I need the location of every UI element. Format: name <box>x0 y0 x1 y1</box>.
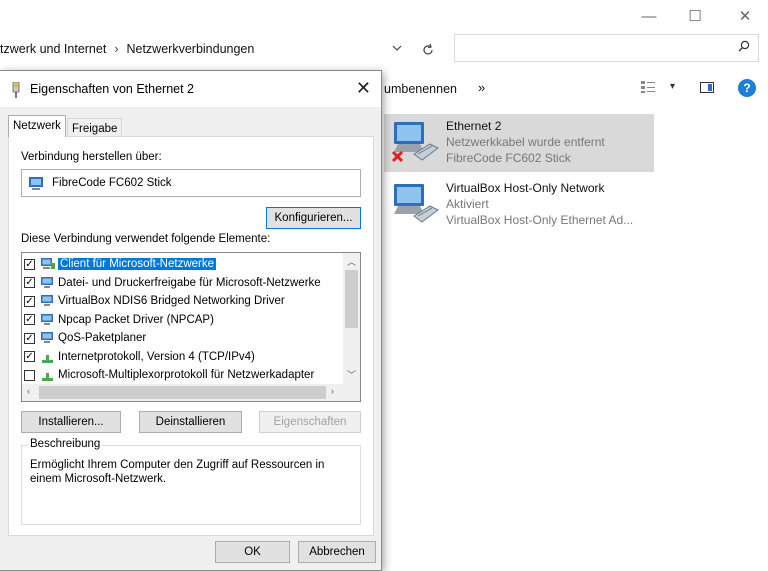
horizontal-scroll-thumb[interactable] <box>39 386 326 399</box>
tab-netzwerk[interactable]: Netzwerk <box>8 115 66 137</box>
network-service-icon <box>40 276 56 290</box>
maximize-icon: ☐ <box>688 8 702 25</box>
scroll-right-icon[interactable]: › <box>331 386 334 396</box>
refresh-icon <box>423 43 433 55</box>
element-checkbox[interactable]: ✓ <box>24 332 35 344</box>
refresh-button[interactable] <box>414 36 442 64</box>
scroll-down-icon[interactable]: ﹀ <box>347 368 356 381</box>
more-commands-button[interactable]: » <box>478 80 485 95</box>
element-checkbox[interactable]: ✓ <box>24 314 35 325</box>
breadcrumb: tzwerk und Internet › Netzwerkverbindungen <box>0 42 254 56</box>
list-item[interactable]: ✓ Internetprotokoll, Version 4 (TCP/IPv4) <box>24 348 255 366</box>
install-button[interactable]: Installieren... <box>21 411 121 433</box>
network-cable-icon <box>12 82 20 98</box>
element-label: Internetprotokoll, Version 4 (TCP/IPv4) <box>58 350 255 363</box>
connection-item-ethernet-2[interactable]: Ethernet 2 Netzwerkkabel wurde entfernt … <box>384 114 654 172</box>
ethernet-properties-dialog: Eigenschaften von Ethernet 2 ✕ Netzwerk … <box>0 70 382 571</box>
element-checkbox[interactable]: ✓ <box>24 295 35 307</box>
vertical-scrollbar[interactable]: ︿ ﹀ <box>343 253 360 384</box>
search-input[interactable] <box>454 34 759 62</box>
network-adapter-icon <box>29 177 43 190</box>
connect-using-label: Verbindung herstellen über: <box>21 151 162 163</box>
list-item[interactable]: ✓ VirtualBox NDIS6 Bridged Networking Dri… <box>24 292 285 310</box>
tab-freigabe[interactable]: Freigabe <box>67 118 123 138</box>
network-client-icon <box>40 257 56 271</box>
breadcrumb-network-connections[interactable]: Netzwerkverbindungen <box>126 42 254 56</box>
scrollbar-corner <box>343 384 360 401</box>
list-item[interactable]: ✓ QoS-Paketplaner <box>24 329 146 347</box>
connection-device: VirtualBox Host-Only Ethernet Ad... <box>446 213 634 227</box>
description-legend: Beschreibung <box>28 438 103 450</box>
element-checkbox[interactable]: ✓ <box>24 351 35 362</box>
list-item[interactable]: Microsoft-Multiplexorprotokoll für Netzw… <box>24 366 314 384</box>
close-window-button[interactable]: ✕ <box>722 0 768 32</box>
connection-name: VirtualBox Host-Only Network <box>446 181 605 195</box>
connection-status: Netzwerkkabel wurde entfernt <box>446 135 605 149</box>
adapter-name: FibreCode FC602 Stick <box>52 177 172 189</box>
element-checkbox[interactable] <box>24 369 35 381</box>
dialog-titlebar[interactable]: Eigenschaften von Ethernet 2 ✕ <box>0 71 381 107</box>
connection-device: FibreCode FC602 Stick <box>446 151 571 165</box>
preview-pane-icon[interactable] <box>700 82 714 93</box>
scroll-up-icon[interactable]: ︿ <box>347 255 356 268</box>
tab-panel-netzwerk: Verbindung herstellen über: FibreCode FC… <box>8 136 374 536</box>
network-adapter-icon <box>391 122 439 163</box>
connection-status: Aktiviert <box>446 197 489 211</box>
description-groupbox: Beschreibung Ermöglicht Ihrem Computer d… <box>21 438 361 525</box>
address-bar[interactable]: tzwerk und Internet › Netzwerkverbindungen <box>0 34 450 64</box>
connection-name: Ethernet 2 <box>446 119 502 133</box>
dialog-close-button[interactable]: ✕ <box>356 78 371 99</box>
adapter-field: FibreCode FC602 Stick <box>21 169 361 197</box>
element-label: Datei- und Druckerfreigabe für Microsoft… <box>58 276 321 289</box>
network-service-icon <box>40 313 56 327</box>
ok-button[interactable]: OK <box>215 541 290 563</box>
change-view-icon[interactable] <box>640 80 656 97</box>
network-adapter-icon <box>394 184 439 223</box>
properties-button: Eigenschaften <box>259 411 361 433</box>
element-label: QoS-Paketplaner <box>58 332 147 344</box>
view-options-chevron-icon[interactable]: ▾ <box>670 81 675 92</box>
scroll-left-icon[interactable]: ‹ <box>27 386 30 396</box>
help-icon[interactable]: ? <box>738 79 756 97</box>
list-item[interactable]: ✓ Datei- und Druckerfreigabe für Microsof… <box>24 274 321 292</box>
list-item[interactable]: ✓ Npcap Packet Driver (NPCAP) <box>24 311 214 329</box>
list-item[interactable]: ✓ Client für Microsoft-Netzwerke <box>24 255 217 273</box>
network-service-icon <box>40 294 56 308</box>
search-icon <box>738 40 750 55</box>
cancel-button[interactable]: Abbrechen <box>298 541 376 563</box>
element-checkbox[interactable]: ✓ <box>24 258 35 270</box>
maximize-button[interactable]: ☐ <box>672 0 718 32</box>
elements-label: Diese Verbindung verwendet folgende Elem… <box>21 233 271 245</box>
description-text: Ermöglicht Ihrem Computer den Zugriff au… <box>30 459 325 485</box>
minimize-icon: — <box>641 7 657 25</box>
element-label: Npcap Packet Driver (NPCAP) <box>58 313 214 326</box>
elements-list[interactable]: ✓ Client für Microsoft-Netzwerke ✓ Datei- u… <box>21 252 361 402</box>
vertical-scroll-thumb[interactable] <box>345 270 358 328</box>
breadcrumb-separator: › <box>114 42 119 56</box>
element-label: Client für Microsoft-Netzwerke <box>58 258 217 270</box>
configure-button[interactable]: Konfigurieren... <box>266 207 361 229</box>
breadcrumb-network-internet[interactable]: tzwerk und Internet <box>0 42 106 56</box>
connection-item-virtualbox[interactable]: VirtualBox Host-Only Network Aktiviert V… <box>384 176 654 234</box>
protocol-icon <box>40 350 56 364</box>
close-icon: ✕ <box>738 8 752 25</box>
dialog-title: Eigenschaften von Ethernet 2 <box>30 82 195 96</box>
element-label: VirtualBox NDIS6 Bridged Networking Driv… <box>58 295 285 307</box>
element-checkbox[interactable]: ✓ <box>24 277 35 288</box>
uninstall-button[interactable]: Deinstallieren <box>139 411 242 433</box>
address-history-chevron-icon[interactable] <box>392 43 402 55</box>
rename-command[interactable]: umbenennen <box>384 82 457 96</box>
protocol-icon <box>40 368 56 382</box>
minimize-button[interactable]: — <box>626 0 672 32</box>
network-service-icon <box>40 331 56 345</box>
element-label: Microsoft-Multiplexorprotokoll für Netzw… <box>58 369 315 381</box>
horizontal-scrollbar[interactable]: ‹ › <box>22 384 343 401</box>
